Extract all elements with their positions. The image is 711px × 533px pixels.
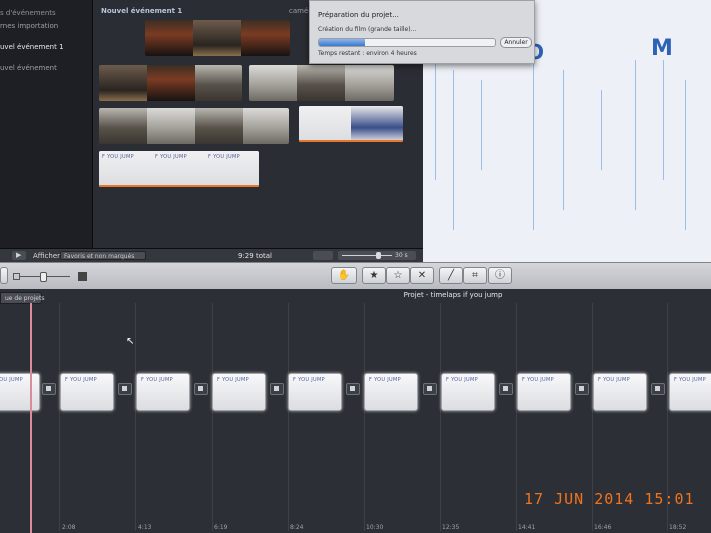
sidebar-item-new-event[interactable]: uvel événement <box>0 64 57 72</box>
playhead[interactable] <box>30 303 32 533</box>
timeline-clip[interactable]: F YOU JUMP <box>0 373 40 411</box>
empty-star-icon: ☆ <box>393 270 403 281</box>
sidebar-item-imports[interactable]: rnes importation <box>0 22 58 30</box>
time-remaining: Temps restant : environ 4 heures <box>318 50 417 57</box>
event-clip[interactable] <box>299 106 403 142</box>
timeline-clip[interactable]: F YOU JUMP <box>669 373 711 411</box>
timeline-gridline <box>516 303 517 531</box>
cancel-button[interactable]: Annuler <box>500 37 532 48</box>
crop-icon: ⌗ <box>472 270 478 281</box>
main-toolbar: ✋ ★ ☆ ✕ ╱ ⌗ ⓘ <box>0 262 711 290</box>
project-title: Projet - timelaps if you jump <box>403 291 503 299</box>
play-icon: ▶ <box>16 251 22 259</box>
toolbar-left-button[interactable] <box>0 267 8 284</box>
timeline-clip[interactable]: F YOU JUMP <box>441 373 495 411</box>
total-duration: 9:29 total <box>238 252 272 260</box>
thumbnail-zoom-slider[interactable]: 30 s <box>338 251 416 260</box>
timeline-timestamp: 4:13 <box>138 524 152 531</box>
sidebar-item-event-1[interactable]: uvel événement 1 <box>0 43 92 51</box>
transition-marker[interactable] <box>651 383 665 395</box>
timeline-clip[interactable]: F YOU JUMP <box>136 373 190 411</box>
mouse-cursor-icon: ↖ <box>126 336 135 347</box>
transition-marker[interactable] <box>194 383 208 395</box>
adjust-tool-button[interactable]: ╱ <box>439 267 463 284</box>
event-library-area: s d'événements rnes importation uvel évé… <box>0 0 711 263</box>
timeline-clip[interactable]: F YOU JUMP <box>212 373 266 411</box>
viewer-frame-letter: M <box>651 36 673 61</box>
reject-button[interactable]: ✕ <box>410 267 434 284</box>
star-icon: ★ <box>369 270 379 281</box>
timeline-gridline <box>135 303 136 531</box>
timeline-timestamp: 2:08 <box>62 524 76 531</box>
reject-icon: ✕ <box>417 270 427 281</box>
timeline-timestamp: 14:41 <box>518 524 536 531</box>
transition-marker[interactable] <box>423 383 437 395</box>
timeline-timestamp: 18:52 <box>669 524 687 531</box>
timeline-gridline <box>59 303 60 531</box>
event-clip[interactable] <box>99 108 289 144</box>
event-list-sidebar: s d'événements rnes importation uvel évé… <box>0 0 93 250</box>
timeline-clip[interactable]: F YOU JUMP <box>517 373 571 411</box>
timeline-timestamp: 16:46 <box>594 524 612 531</box>
transition-marker[interactable] <box>42 383 56 395</box>
hand-tool-button[interactable]: ✋ <box>331 267 357 284</box>
progress-bar <box>318 38 496 47</box>
timeline-timestamp: 12:35 <box>442 524 460 531</box>
timeline-clip[interactable]: F YOU JUMP <box>364 373 418 411</box>
event-clip-selected[interactable]: F YOU JUMP F YOU JUMP F YOU JUMP <box>99 151 259 187</box>
show-label: Afficher <box>33 252 61 260</box>
show-filter-select[interactable]: Favoris et non marqués <box>60 251 146 260</box>
zoom-slider-track <box>342 255 392 256</box>
progress-dialog: Préparation du projet... Création du fil… <box>309 0 535 64</box>
timeline-zoom-knob[interactable] <box>40 272 47 282</box>
thumbnail-zoom-button[interactable] <box>313 251 333 260</box>
timeline-gridline <box>288 303 289 531</box>
zoom-value: 30 s <box>395 252 408 259</box>
small-thumbnail-icon <box>13 273 20 280</box>
timeline-timestamp: 6:19 <box>214 524 228 531</box>
timeline-clip[interactable]: F YOU JUMP <box>593 373 647 411</box>
unmark-button[interactable]: ☆ <box>386 267 410 284</box>
hand-icon: ✋ <box>337 270 351 281</box>
event-clip[interactable] <box>99 65 242 101</box>
large-thumbnail-icon <box>78 272 87 281</box>
transition-marker[interactable] <box>346 383 360 395</box>
event-clip[interactable] <box>249 65 394 101</box>
info-button[interactable]: ⓘ <box>488 267 512 284</box>
transition-marker[interactable] <box>499 383 513 395</box>
browser-title: Nouvel événement 1 <box>101 7 183 15</box>
progress-fill <box>319 39 365 46</box>
timeline-timestamp: 8:24 <box>290 524 304 531</box>
browser-toolbar: ▶ Afficher Favoris et non marqués 9:29 t… <box>0 248 423 263</box>
timeline-gridline <box>364 303 365 531</box>
event-list-header: s d'événements <box>0 9 56 17</box>
magic-wand-icon: ╱ <box>447 270 455 281</box>
crop-button[interactable]: ⌗ <box>463 267 487 284</box>
favorite-button[interactable]: ★ <box>362 267 386 284</box>
zoom-slider-knob[interactable] <box>376 252 381 259</box>
progress-title: Préparation du projet... <box>318 11 399 19</box>
progress-subtitle: Création du film (grande taille)... <box>318 26 417 33</box>
timeline-clip[interactable]: F YOU JUMP <box>288 373 342 411</box>
transition-marker[interactable] <box>270 383 284 395</box>
timeline-gridline <box>440 303 441 531</box>
transition-marker[interactable] <box>575 383 589 395</box>
timeline-clip[interactable]: F YOU JUMP <box>60 373 114 411</box>
event-clip[interactable] <box>145 20 290 56</box>
timeline-gridline <box>212 303 213 531</box>
info-icon: ⓘ <box>495 270 505 281</box>
camera-date-stamp: 17 JUN 2014 15:01 <box>524 490 695 508</box>
timeline-timestamp: 10:30 <box>366 524 384 531</box>
transition-marker[interactable] <box>118 383 132 395</box>
play-button[interactable]: ▶ <box>12 251 26 260</box>
